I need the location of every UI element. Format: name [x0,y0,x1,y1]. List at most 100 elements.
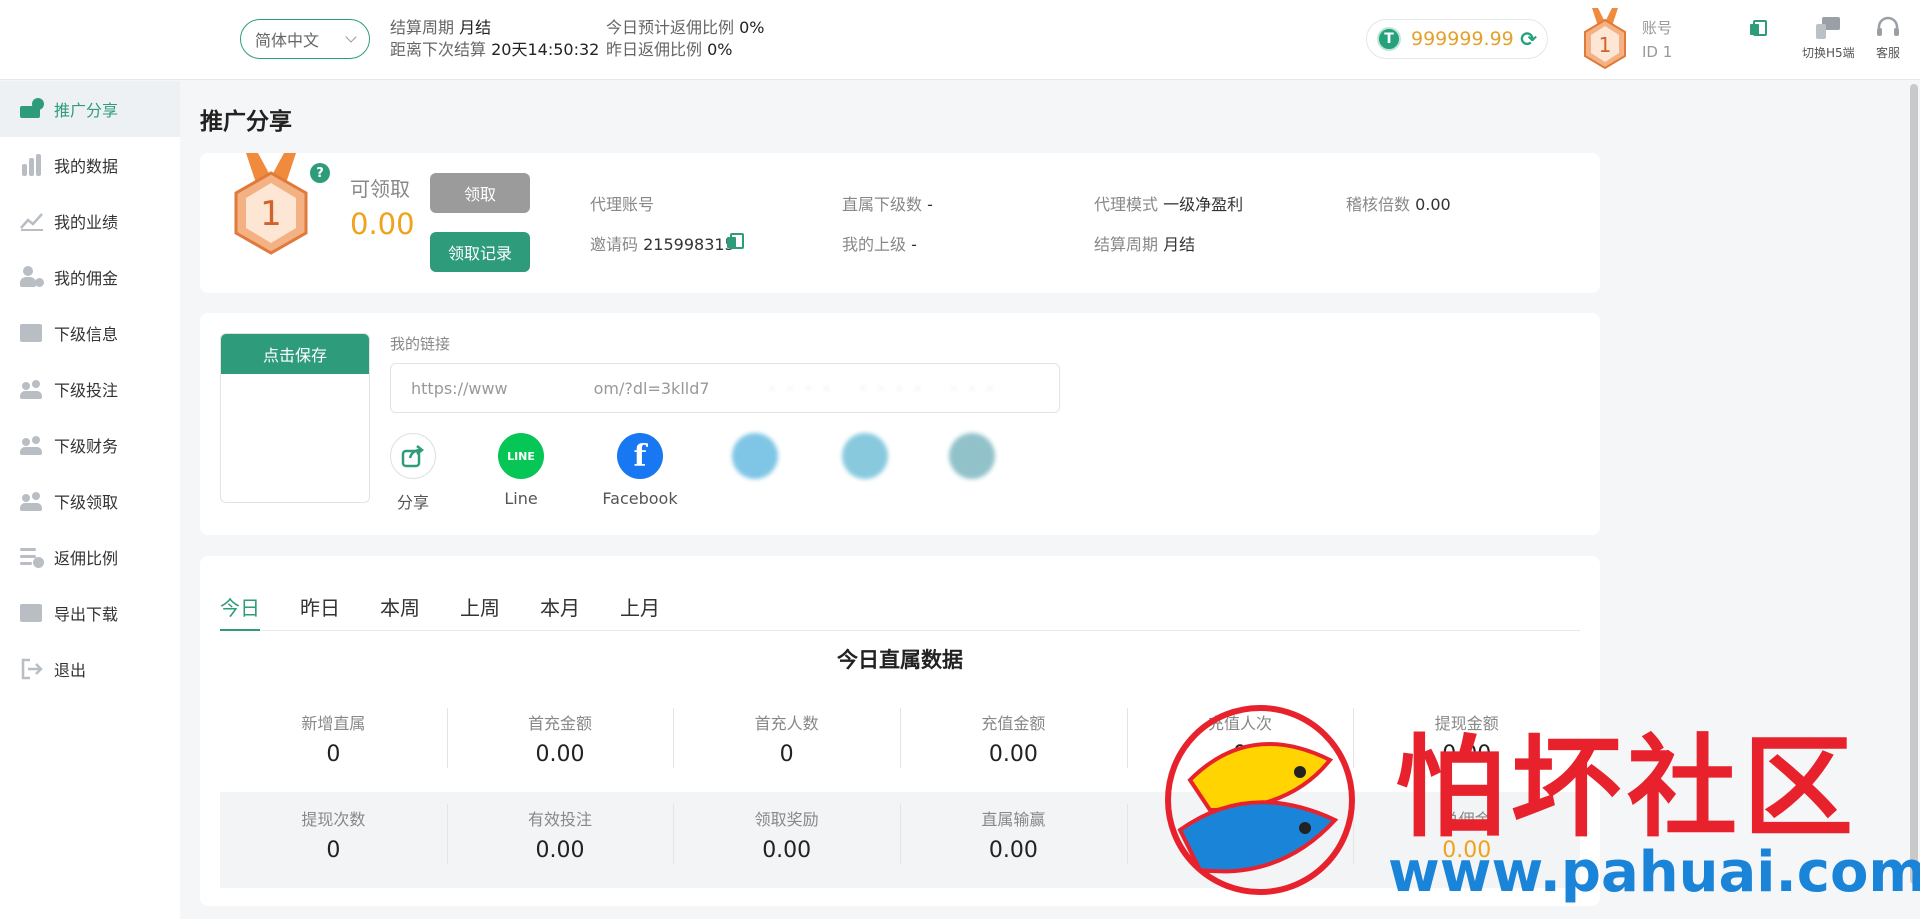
users-icon [20,490,44,512]
sidebar-item-my-data[interactable]: 我的数据 [0,137,180,193]
headset-icon [1874,16,1902,40]
invite-code-info: 邀请码 215998315 [590,235,735,254]
trend-icon [20,210,44,232]
header-level-text: 1 [1599,33,1612,57]
ratio-icon [20,546,44,568]
sidebar: 推广分享 我的数据 我的业绩 我的佣金 下级信息 下级投注 下级财务 下级领取 … [0,81,180,919]
share-blurred-button[interactable] [710,433,800,489]
language-value: 简体中文 [255,31,320,50]
chevron-down-icon [345,31,357,43]
settle-cycle-info: 结算周期 月结 [390,18,492,37]
sidebar-item-logout[interactable]: 退出 [0,641,180,697]
tab-yesterday[interactable]: 昨日 [300,586,380,630]
balance-pill: T 999999.99 ⟳ [1366,19,1548,59]
id-card-icon [20,322,44,344]
claim-level-text: 1 [260,194,282,234]
support-button[interactable]: 客服 [1874,16,1902,61]
stat-cell: 领取奖励 0.00 [673,792,900,888]
line-icon: LINE [498,433,544,479]
refresh-icon[interactable]: ⟳ [1520,27,1537,51]
device-switch-icon [1814,16,1842,40]
copy-invite-code-icon[interactable] [727,233,744,249]
link-prefix: https://www [411,378,508,398]
claim-card: 1 ? 可领取 0.00 领取 领取记录 代理账号 邀请码 215998315 … [200,153,1600,293]
claimable-value: 0.00 [350,207,415,241]
blurred-share-icon [949,433,995,479]
tab-this-month[interactable]: 本月 [540,586,620,630]
sidebar-item-promote-share[interactable]: 推广分享 [0,81,180,137]
sidebar-item-sub-claims[interactable]: 下级领取 [0,473,180,529]
next-settle-info: 距离下次结算 20天14:50:32 [390,40,600,59]
blurred-share-icon [732,433,778,479]
stat-cell: 首充人数 0 [673,696,900,792]
referral-link-field[interactable]: https://www om/?dl=3klld7 · · · · · · · … [390,363,1060,413]
sidebar-item-sub-info[interactable]: 下级信息 [0,305,180,361]
account-id: ID 1 [1642,43,1673,61]
share-line-button[interactable]: LINE Line [476,433,566,508]
est-rebate-info: 今日预计返佣比例 0% [606,18,765,37]
agent-mode-info: 代理模式 一级净盈利 [1094,195,1244,214]
share-button[interactable]: 分享 [368,433,458,513]
download-icon [20,602,44,624]
watermark-text: 怕坏社区 [1395,724,1859,852]
stat-cell: 充值金额 0.00 [900,696,1127,792]
share-card: 点击保存 我的链接 https://www om/?dl=3klld7 · · … [200,313,1600,535]
save-qr-button[interactable]: 点击保存 [221,334,369,374]
support-label: 客服 [1875,46,1900,60]
language-select[interactable]: 简体中文 [240,19,370,59]
blurred-share-icon [842,433,888,479]
watermark-url: www.pahuai.com [1388,840,1920,905]
watermark: 怕坏社区 www.pahuai.com [1160,700,1920,910]
direct-subs-info: 直属下级数 - [842,195,933,214]
claim-button[interactable]: 领取 [430,173,530,213]
account-label: 账号 [1642,19,1673,37]
fish-logo-icon [1165,705,1355,895]
facebook-icon: f [617,433,663,479]
stat-cell: 新增直属 0 [301,714,366,767]
usdt-coin-icon: T [1377,27,1401,51]
stat-cell: 提现次数 0 [301,810,366,863]
sidebar-item-rebate-ratio[interactable]: 返佣比例 [0,529,180,585]
stats-title: 今日直属数据 [837,648,963,672]
sidebar-item-sub-finance[interactable]: 下级财务 [0,417,180,473]
users-icon [20,434,44,456]
logout-icon [20,658,44,680]
period-tabs: 今日 昨日 本周 上周 本月 上月 [220,586,1580,631]
claimable-label: 可领取 [350,177,410,201]
page-title: 推广分享 [200,109,292,135]
sidebar-item-sub-bets[interactable]: 下级投注 [0,361,180,417]
tab-last-week[interactable]: 上周 [460,586,540,630]
share-blurred-button[interactable] [927,433,1017,489]
share-coins-icon [20,98,44,120]
settle-cycle-card-info: 结算周期 月结 [1094,235,1196,254]
share-facebook-button[interactable]: f Facebook [595,433,685,508]
sidebar-item-my-performance[interactable]: 我的业绩 [0,193,180,249]
my-superior-info: 我的上级 - [842,235,917,254]
account-block: 账号 ID 1 [1642,16,1672,64]
bar-chart-icon [20,154,44,176]
level-medal-icon: 1 [234,153,308,255]
stat-cell: 直属输赢 0.00 [900,792,1127,888]
tab-today[interactable]: 今日 [220,586,300,631]
level-medal-icon: 1 [1584,8,1626,70]
tab-this-week[interactable]: 本周 [380,586,460,630]
help-icon[interactable]: ? [310,163,330,183]
tab-last-month[interactable]: 上月 [620,586,700,630]
copy-icon[interactable] [1750,20,1767,36]
qr-code-box: 点击保存 [220,333,370,503]
claim-history-button[interactable]: 领取记录 [430,232,530,272]
stat-cell: 有效投注 0.00 [446,792,674,888]
user-coin-icon [20,266,44,288]
sidebar-item-my-commission[interactable]: 我的佣金 [0,249,180,305]
yesterday-rebate-info: 昨日返佣比例 0% [606,40,733,59]
my-link-label: 我的链接 [390,335,451,353]
share-blurred-button[interactable] [820,433,910,489]
top-bar: 简体中文 结算周期 月结 距离下次结算 20天14:50:32 今日预计返佣比例… [0,0,1920,80]
users-icon [20,378,44,400]
sidebar-item-export-download[interactable]: 导出下载 [0,585,180,641]
balance-amount: 999999.99 [1411,28,1514,50]
share-icon [390,433,436,479]
agent-account-info: 代理账号 [590,195,655,214]
switch-h5-button[interactable]: 切换H5端 [1802,16,1855,61]
stat-cell: 首充金额 0.00 [446,696,674,792]
